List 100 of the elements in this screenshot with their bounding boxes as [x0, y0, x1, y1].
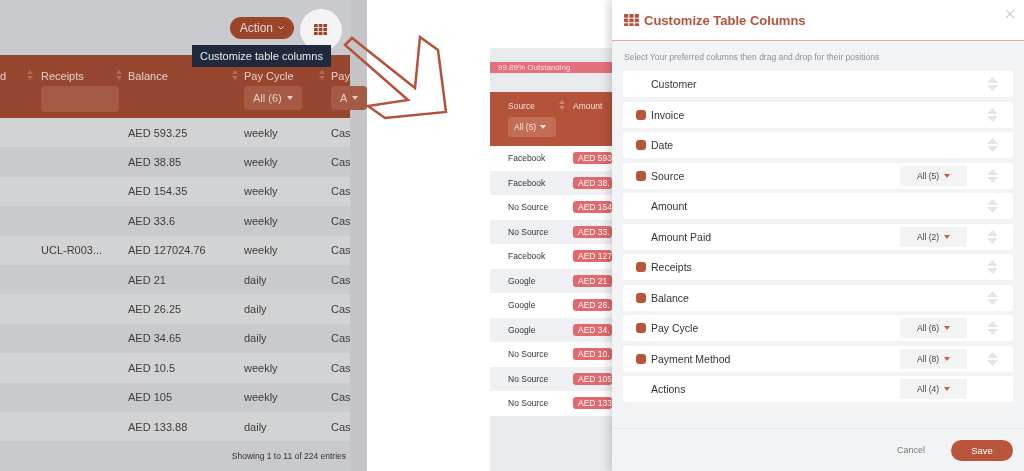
checkbox[interactable]	[636, 262, 646, 272]
grid-icon	[624, 13, 640, 27]
filter-dropdown[interactable]: All (4)	[900, 379, 967, 399]
checkbox[interactable]	[636, 109, 646, 120]
cancel-button[interactable]: Cancel	[891, 444, 931, 456]
column-option[interactable]: Receipts	[623, 254, 1013, 280]
sort-icon[interactable]	[319, 70, 325, 80]
column-header: Amount	[573, 101, 603, 111]
table-cell: Cas	[331, 185, 350, 198]
column-label: Amount Paid	[651, 230, 713, 243]
column-option[interactable]: Date	[623, 132, 1013, 158]
drag-handle-icon[interactable]	[987, 229, 998, 244]
table-cell: Cas	[331, 332, 350, 345]
column-header: Pay	[331, 70, 350, 82]
caret-icon	[286, 96, 293, 100]
column-option[interactable]: Actions All (4)	[623, 376, 1013, 402]
table-cell: weekly	[244, 126, 278, 139]
action-button[interactable]: Action	[229, 16, 294, 39]
column-label: Actions	[651, 383, 687, 395]
checkbox[interactable]	[636, 353, 646, 364]
close-icon[interactable]	[1006, 10, 1014, 18]
amount-badge: AED 154	[573, 201, 612, 214]
column-label: Pay Cycle	[651, 322, 700, 334]
drag-handle-icon[interactable]	[987, 199, 998, 213]
column-option[interactable]: Amount	[623, 193, 1013, 219]
column-option[interactable]: Invoice	[623, 101, 1013, 128]
drag-handle-icon[interactable]	[987, 138, 998, 152]
column-option[interactable]: Payment Method All (8)	[623, 345, 1013, 372]
table-cell: AED 105	[128, 391, 173, 404]
sort-icon[interactable]	[559, 100, 565, 110]
filter-dropdown[interactable]: All (5)	[900, 165, 967, 186]
table-cell-text: No Source	[508, 398, 550, 409]
table-cell-text: No Source	[508, 202, 550, 213]
amount-badge: AED 33.	[573, 225, 612, 238]
table-cell: Cas	[331, 273, 350, 286]
filter-dropdown[interactable]: All (8)	[900, 348, 967, 369]
column-header: d	[0, 70, 7, 82]
filter-dropdown[interactable]: All (6)	[900, 318, 967, 338]
table-cell: AED 593.25	[128, 126, 188, 139]
table-cell: Cas	[331, 303, 350, 316]
table-cell: weekly	[244, 244, 278, 257]
table-cell: weekly	[244, 214, 278, 227]
column-option[interactable]: Amount Paid All (2)	[623, 223, 1013, 250]
column-label: Payment Method	[651, 352, 732, 365]
tooltip: Customize table columns	[192, 45, 331, 67]
amount-badge: AED 26.	[573, 299, 612, 312]
chevron-icon	[278, 25, 284, 30]
column-header: Pay Cycle	[244, 70, 294, 82]
drag-handle-icon[interactable]	[987, 168, 998, 183]
column-header: Balance	[128, 70, 168, 82]
checkbox[interactable]	[636, 170, 646, 181]
table-cell: AED 33.6	[128, 214, 176, 227]
caret-icon	[352, 96, 359, 100]
sort-icon[interactable]	[232, 70, 238, 80]
amount-badge: AED 38.	[573, 176, 612, 189]
drag-handle-icon[interactable]	[987, 351, 998, 366]
table-cell-text: No Source	[508, 349, 550, 360]
table-cell: Cas	[331, 156, 350, 169]
table-cell: weekly	[244, 156, 278, 169]
filter-dropdown[interactable]: All (2)	[900, 226, 967, 247]
column-option[interactable]: Pay Cycle All (6)	[623, 315, 1013, 341]
entries-info: Showing 1 to 11 of 224 entries	[231, 451, 346, 462]
amount-badge: AED 105	[573, 372, 612, 385]
table-cell-text: Google	[508, 324, 537, 335]
column-option[interactable]: Balance	[623, 284, 1013, 311]
caret-icon	[944, 356, 951, 361]
column-label: Amount	[651, 200, 689, 212]
sort-icon[interactable]	[116, 70, 122, 80]
table-cell: Cas	[331, 420, 350, 433]
outstanding-bar: 99.89% Outstanding	[490, 62, 612, 73]
save-button[interactable]: Save	[951, 439, 1013, 461]
column-label: Date	[651, 139, 675, 151]
column-label: Customer	[651, 78, 698, 90]
amount-badge: AED 21	[573, 274, 612, 287]
filter-dropdown[interactable]: All (6)	[244, 86, 302, 110]
amount-badge: AED 10.	[573, 348, 612, 361]
drag-handle-icon[interactable]	[987, 321, 998, 335]
checkbox[interactable]	[636, 323, 646, 333]
table-cell-text: Google	[508, 300, 537, 311]
column-label: Balance	[651, 291, 690, 304]
drag-handle-icon[interactable]	[987, 77, 998, 91]
column-option[interactable]: Customer	[623, 71, 1013, 97]
column-label: Receipts	[651, 261, 693, 273]
table-cell: AED 127024.76	[128, 244, 206, 257]
caret-icon	[944, 173, 951, 178]
drag-handle-icon[interactable]	[987, 290, 998, 305]
drag-handle-icon[interactable]	[987, 260, 998, 274]
modal-title: Customize Table Columns	[644, 12, 806, 28]
checkbox[interactable]	[636, 292, 646, 303]
drag-handle-icon[interactable]	[987, 107, 998, 122]
table-cell: daily	[244, 303, 267, 316]
column-label: Invoice	[651, 108, 686, 121]
checkbox[interactable]	[636, 140, 646, 150]
column-option[interactable]: Source All (5)	[623, 162, 1013, 189]
table-cell: AED 10.5	[128, 361, 176, 374]
sort-icon[interactable]	[27, 70, 33, 80]
table-cell: AED 26.25	[128, 303, 182, 316]
table-cell: weekly	[244, 391, 278, 404]
table-cell: daily	[244, 332, 267, 345]
table-cell-text: Facebook	[508, 251, 547, 262]
